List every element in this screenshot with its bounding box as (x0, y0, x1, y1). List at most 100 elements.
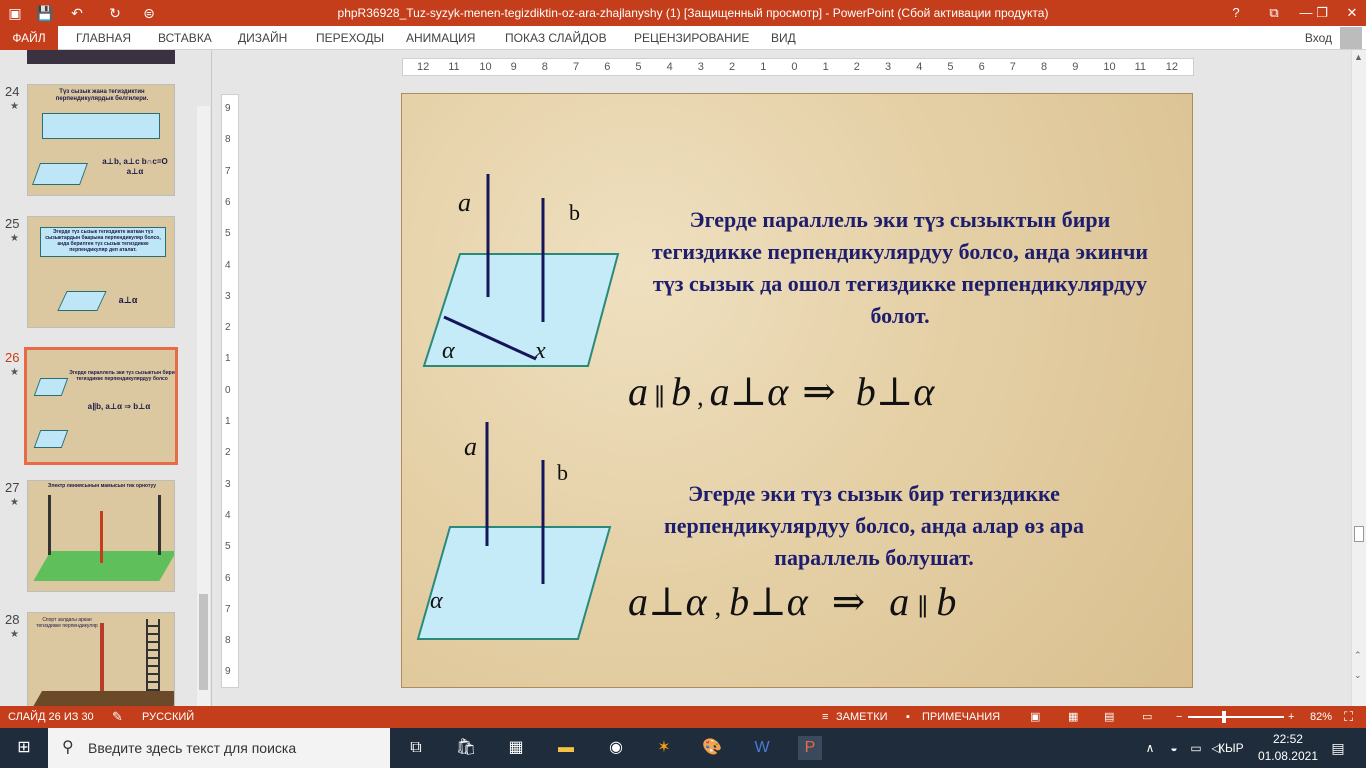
reading-view-icon[interactable]: ▤ (1104, 706, 1114, 728)
ruler-tick-label: 8 (225, 635, 231, 647)
save-icon[interactable]: 💾 (34, 3, 56, 23)
prev-slide-icon[interactable]: ⌃ (1354, 650, 1362, 661)
thumbnail-partial-23[interactable] (27, 50, 175, 64)
redo-icon[interactable]: ↻ (104, 3, 126, 23)
help-button[interactable]: ? (1218, 0, 1254, 26)
thumbnail-row-28[interactable]: 28 ★ Спорт залдагы аркан тегиздикке перп… (0, 612, 196, 706)
taskbar-clock[interactable]: 22:52 01.08.2021 (1258, 731, 1318, 765)
show-hidden-icons-icon[interactable]: ∧ (1138, 736, 1162, 760)
zoom-level[interactable]: 82% (1310, 706, 1332, 728)
powerpoint-icon[interactable]: P (798, 736, 822, 760)
word-icon[interactable]: W (750, 736, 774, 760)
animation-star-icon: ★ (10, 497, 19, 508)
thumbnail-number: 28 (5, 612, 20, 627)
calculator-icon[interactable]: ▦ (504, 736, 528, 760)
formula-2-symbol: ⇒ (831, 579, 866, 624)
ribbon-display-button[interactable]: ⧉ (1256, 0, 1292, 26)
notes-icon[interactable]: ≡ (822, 706, 828, 728)
thumbnail-plane (33, 430, 69, 448)
ruler-tick-label: 12 (417, 61, 430, 73)
normal-view-icon[interactable]: ▣ (1030, 706, 1040, 728)
ruler-tick-label: 6 (978, 61, 985, 73)
slide-scrollbar[interactable]: ▲ ⌃ ⌄ (1351, 50, 1366, 706)
thumbnail-number: 24 (5, 84, 20, 99)
label-a-fig1: a (458, 188, 471, 217)
thumbnail-row-24[interactable]: 24 ★ Түз сызык жана тегиздиктин перпенди… (0, 84, 196, 202)
network-icon[interactable]: ◒ (1162, 736, 1186, 760)
avast-icon[interactable]: ✶ (652, 736, 676, 760)
slide-thumbnail-26-active[interactable]: Эгерде параллель эки түз сызыктын бири т… (24, 347, 178, 465)
thumbnail-scrollbar-thumb[interactable] (199, 594, 208, 690)
thumbnail-pole (48, 495, 51, 555)
ruler-tick-label: 7 (225, 603, 231, 615)
label-x-fig1: x (535, 338, 546, 364)
tab-transitions[interactable]: ПЕРЕХОДЫ (316, 26, 384, 50)
comments-button[interactable]: ПРИМЕЧАНИЯ (922, 706, 1000, 728)
notes-button[interactable]: ЗАМЕТКИ (836, 706, 888, 728)
zoom-slider-thumb[interactable] (1222, 711, 1226, 723)
task-view-icon[interactable]: ⧉ (404, 736, 428, 760)
thumbnail-scrollbar[interactable] (197, 106, 210, 706)
tab-insert[interactable]: ВСТАВКА (158, 26, 212, 50)
slide-thumbnail-24[interactable]: Түз сызык жана тегиздиктин перпендикуляр… (27, 84, 175, 196)
store-icon[interactable]: 🛍 (454, 736, 478, 760)
tab-animation[interactable]: АНИМАЦИЯ (406, 26, 475, 50)
windows-taskbar: ⊞ ⚲ Введите здесь текст для поиска ⧉ 🛍 ▦… (0, 728, 1366, 768)
windows-start-icon[interactable]: ⊞ (12, 736, 36, 760)
zoom-in-button[interactable]: + (1288, 706, 1294, 728)
language-indicator[interactable]: РУССКИЙ (142, 706, 194, 728)
login-link[interactable]: Вход (1305, 26, 1332, 50)
slide-sorter-icon[interactable]: ▦ (1068, 706, 1078, 728)
thumbnail-pole (100, 511, 103, 563)
undo-icon[interactable]: ↶ (66, 3, 88, 23)
taskbar-language[interactable]: КЫР (1218, 728, 1244, 768)
clock-date: 01.08.2021 (1257, 749, 1318, 763)
thumbnail-title: Электр линиясынын мамысын тик орнотуу (47, 483, 157, 489)
paint-icon[interactable]: 🎨 (700, 736, 724, 760)
animation-star-icon: ★ (10, 101, 19, 112)
taskbar-search-input[interactable]: ⚲ Введите здесь текст для поиска (48, 728, 390, 768)
fit-slide-icon[interactable]: ⛶ (1344, 706, 1353, 728)
slideshow-icon[interactable]: ▭ (1142, 706, 1152, 728)
zoom-out-button[interactable]: − (1176, 706, 1182, 728)
ruler-tick-label: 5 (225, 228, 231, 240)
current-slide[interactable]: a b α x a b α Эгерде параллель эки түз с… (401, 93, 1193, 688)
zoom-slider[interactable] (1188, 716, 1284, 718)
ruler-tick-label: 7 (1009, 61, 1016, 73)
slide-thumbnail-28[interactable]: Спорт залдагы аркан тегиздикке перпендик… (27, 612, 175, 706)
slide-thumbnail-25[interactable]: Эгерде түз сызык тегиздикте жаткан түз с… (27, 216, 175, 328)
customize-quick-access-icon[interactable]: ⊜ (138, 3, 160, 23)
slide-thumbnail-27[interactable]: Электр линиясынын мамысын тик орнотуу (27, 480, 175, 592)
thumbnail-row-25[interactable]: 25 ★ Эгерде түз сызык тегиздикте жаткан … (0, 216, 196, 334)
notifications-icon[interactable]: ▤ (1326, 736, 1350, 760)
thumbnail-plane (57, 291, 107, 311)
formula-1-symbol: a (709, 369, 730, 414)
chrome-icon[interactable]: ◉ (604, 736, 628, 760)
thumbnail-title: Түз сызык жана тегиздиктин перпендикуляр… (55, 89, 149, 102)
file-explorer-icon[interactable]: ▬ (554, 736, 578, 760)
ruler-tick-label: 5 (225, 541, 231, 553)
tab-slideshow[interactable]: ПОКАЗ СЛАЙДОВ (505, 26, 607, 50)
avatar[interactable] (1340, 27, 1362, 49)
ruler-tick-label: 3 (225, 290, 231, 302)
ruler-tick-label: 9 (225, 103, 231, 114)
slide-scrollbar-thumb[interactable] (1354, 526, 1364, 542)
thumbnail-plane (33, 378, 69, 396)
close-button[interactable]: ✕ (1334, 0, 1366, 26)
comments-icon[interactable]: ▪ (906, 706, 910, 728)
formula-1: a ∥ b, a⊥α ⇒ b⊥α (628, 368, 934, 415)
tab-review[interactable]: РЕЦЕНЗИРОВАНИЕ (634, 26, 749, 50)
spellcheck-icon[interactable]: ✎ (112, 706, 123, 728)
next-slide-icon[interactable]: ⌄ (1354, 670, 1362, 681)
label-alpha-fig1: α (442, 338, 455, 364)
ruler-tick-label: 9 (510, 61, 517, 73)
thumbnail-row-27[interactable]: 27 ★ Электр линиясынын мамысын тик орнот… (0, 480, 196, 598)
tab-file[interactable]: ФАЙЛ (0, 26, 58, 50)
scroll-up-icon[interactable]: ▲ (1354, 52, 1363, 62)
thumbnail-row-26[interactable]: 26 ★ Эгерде параллель эки түз сызыктын б… (0, 347, 196, 468)
tab-home[interactable]: ГЛАВНАЯ (76, 26, 131, 50)
ruler-tick-label: 8 (225, 134, 231, 146)
tab-design[interactable]: ДИЗАЙН (238, 26, 287, 50)
thumbnail-plane (31, 163, 89, 185)
tab-view[interactable]: ВИД (771, 26, 796, 50)
